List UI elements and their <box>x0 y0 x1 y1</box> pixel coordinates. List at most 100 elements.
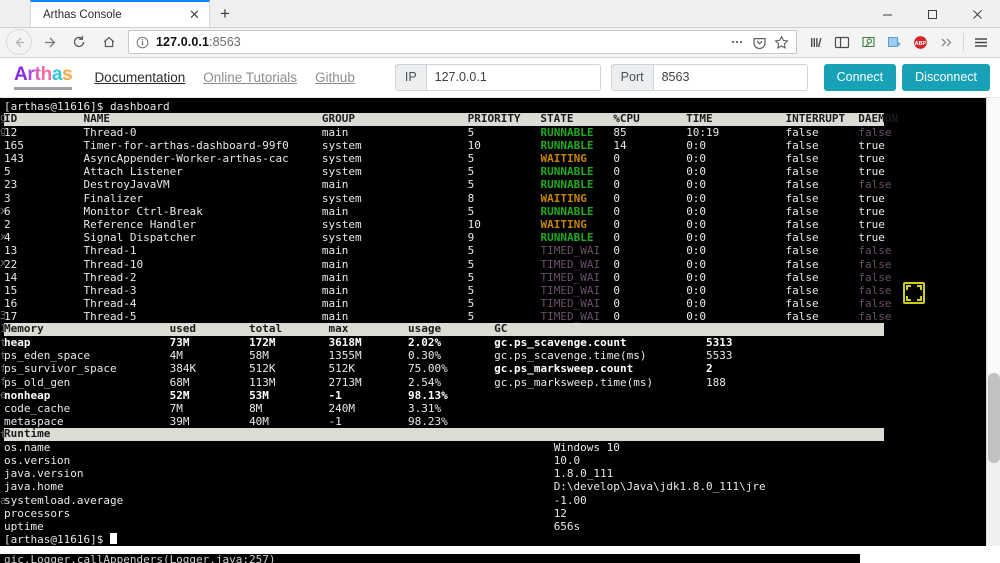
thread-daemon: true <box>858 165 924 178</box>
thread-id: 22 <box>4 258 83 271</box>
thread-name: Thread-5 <box>83 310 321 323</box>
url-host: 127.0.0.1 <box>156 35 209 49</box>
arthas-logo[interactable]: Arthas <box>14 64 72 90</box>
thread-priority: 5 <box>468 165 541 178</box>
thread-group: system <box>322 139 468 152</box>
memory-header-text: Memory used total max usage GC <box>4 322 507 335</box>
thread-cpu: 85 <box>613 126 686 139</box>
runtime-value: -1.00 <box>554 494 587 507</box>
adblock-icon[interactable]: ABP <box>907 29 933 55</box>
thread-daemon: true <box>858 139 924 152</box>
thread-id: 12 <box>4 126 83 139</box>
thread-daemon: false <box>858 178 924 191</box>
hamburger-menu-icon[interactable] <box>968 29 994 55</box>
thread-time: 10:19 <box>686 126 785 139</box>
runtime-key: processors <box>4 507 554 520</box>
thread-time: 0:0 <box>686 310 785 323</box>
thread-interrupt: false <box>786 205 859 218</box>
overflow-chevron-icon[interactable] <box>933 29 959 55</box>
container-tabs-icon[interactable] <box>881 29 907 55</box>
maximize-button[interactable] <box>910 0 955 28</box>
memory-name: ps_eden_space <box>4 349 170 362</box>
runtime-key: java.home <box>4 480 554 493</box>
thread-name: DestroyJavaVM <box>83 178 321 191</box>
thread-daemon: true <box>858 152 924 165</box>
reload-icon[interactable] <box>64 28 94 56</box>
threads-table-header: ID NAME GROUP PRIORITY STATE %CPU TIME I… <box>4 113 884 126</box>
thread-daemon: true <box>858 218 924 231</box>
thread-row: 23 DestroyJavaVM main 5 RUNNABLE 0 0:0 f… <box>4 178 986 191</box>
forward-icon[interactable] <box>34 28 64 56</box>
back-icon[interactable] <box>6 29 32 55</box>
memory-used: 4M <box>170 349 249 362</box>
nav-link-github[interactable]: Github <box>315 70 355 85</box>
address-bar[interactable]: 127.0.0.1:8563 <box>128 30 797 54</box>
pocket-save-icon[interactable] <box>748 31 770 53</box>
library-icon[interactable] <box>803 29 829 55</box>
sidebar-icon[interactable] <box>829 29 855 55</box>
memory-row: metaspace 39M 40M -1 98.23% <box>4 415 986 428</box>
thread-interrupt: false <box>786 258 859 271</box>
thread-row: 5 Attach Listener system 5 RUNNABLE 0 0:… <box>4 165 986 178</box>
nav-link-documentation[interactable]: Documentation <box>94 70 185 85</box>
scrollbar-track[interactable] <box>988 98 1000 373</box>
thread-name: Reference Handler <box>83 218 321 231</box>
disconnect-button[interactable]: Disconnect <box>902 64 990 91</box>
tab-strip: Arthas Console ✕ + <box>0 0 1000 28</box>
memory-total: 172M <box>249 336 328 349</box>
terminal-prompt-line[interactable]: [arthas@11616]$ <box>4 533 986 546</box>
memory-row: ps_eden_space 4M 58M 1355M 0.30% gc.ps_s… <box>4 349 986 362</box>
thread-time: 0:0 <box>686 205 785 218</box>
page-actions-more-icon[interactable] <box>726 31 748 53</box>
memory-usage: 2.02% <box>408 336 494 349</box>
thread-state: RUNNABLE <box>540 231 613 244</box>
page-scrollbar[interactable]: ▲ <box>986 98 1000 546</box>
thread-daemon: false <box>858 284 924 297</box>
thread-name: Monitor Ctrl-Break <box>83 205 321 218</box>
memory-usage: 0.30% <box>408 349 494 362</box>
nav-link-online-tutorials[interactable]: Online Tutorials <box>203 70 297 85</box>
minimize-button[interactable] <box>865 0 910 28</box>
bookmark-star-icon[interactable] <box>770 31 792 53</box>
thread-group: main <box>322 178 468 191</box>
thread-row: 13 Thread-1 main 5 TIMED_WAI 0 0:0 false… <box>4 244 986 257</box>
ip-input[interactable]: 127.0.0.1 <box>426 64 601 91</box>
connect-button[interactable]: Connect <box>824 64 897 91</box>
thread-group: main <box>322 258 468 271</box>
new-tab-button[interactable]: + <box>210 0 240 27</box>
thread-group: main <box>322 284 468 297</box>
close-button[interactable] <box>955 0 1000 28</box>
browser-tab-arthas-console[interactable]: Arthas Console ✕ <box>30 0 210 27</box>
gc-name: gc.ps_marksweep.time(ms) <box>494 376 706 389</box>
page-info-icon[interactable] <box>135 35 150 50</box>
home-icon[interactable] <box>94 28 124 56</box>
thread-time: 0:0 <box>686 284 785 297</box>
thread-priority: 5 <box>468 284 541 297</box>
thread-row: 3 Finalizer system 8 WAITING 0 0:0 false… <box>4 192 986 205</box>
thread-time: 0:0 <box>686 152 785 165</box>
gc-name: gc.ps_marksweep.count <box>494 362 706 375</box>
thread-name: Thread-0 <box>83 126 321 139</box>
runtime-table-header: Runtime <box>4 428 884 441</box>
terminal-prompt-text: [arthas@11616]$ <box>4 533 110 546</box>
bottom-strip: gic.Logger.callAppenders(Logger.java:257… <box>0 546 1000 563</box>
thread-state: TIMED_WAI <box>540 310 613 323</box>
pocket-icon[interactable] <box>855 29 881 55</box>
runtime-key: os.name <box>4 441 554 454</box>
thread-priority: 5 <box>468 178 541 191</box>
navigation-toolbar: 127.0.0.1:8563 <box>0 28 1000 58</box>
thread-cpu: 0 <box>613 205 686 218</box>
port-input[interactable]: 8563 <box>653 64 808 91</box>
gc-value: 2 <box>706 362 713 375</box>
close-icon[interactable]: ✕ <box>186 6 203 23</box>
memory-name: metaspace <box>4 415 170 428</box>
thread-interrupt: false <box>786 231 859 244</box>
thread-daemon: true <box>858 192 924 205</box>
arthas-terminal[interactable]: g g x x x 3 1 t t f f e t a [arthas@1161… <box>0 98 986 546</box>
memory-max: 512K <box>329 362 408 375</box>
thread-daemon: false <box>858 126 924 139</box>
memory-used: 384K <box>170 362 249 375</box>
port-input-group: Port 8563 <box>611 64 808 91</box>
scrollbar-thumb[interactable] <box>988 373 1000 463</box>
thread-id: 23 <box>4 178 83 191</box>
